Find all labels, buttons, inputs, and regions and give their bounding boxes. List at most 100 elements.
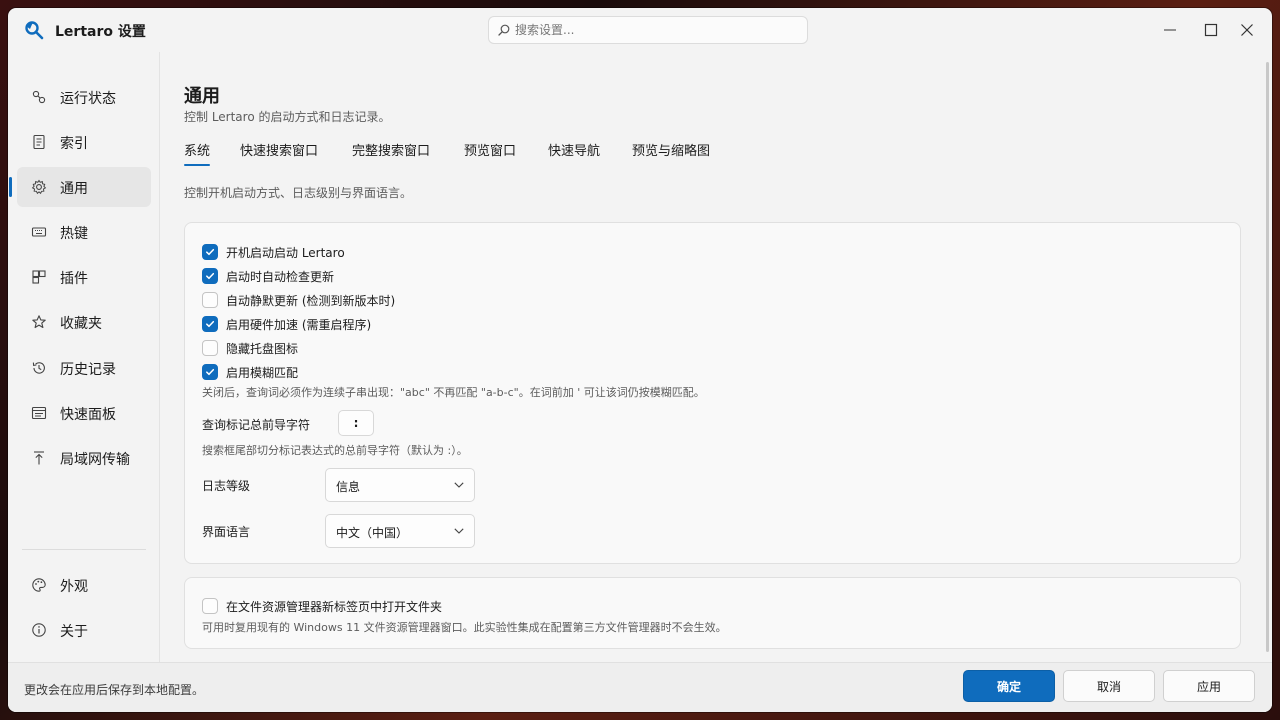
option-label: 启用模糊匹配 — [226, 365, 299, 380]
search-icon — [498, 24, 510, 36]
log-level-label: 日志等级 — [202, 479, 251, 493]
option-label: 启动时自动检查更新 — [226, 269, 335, 284]
palette-icon — [32, 578, 46, 592]
option-check-updates[interactable]: 启动时自动检查更新 — [202, 267, 334, 285]
settings-search[interactable] — [488, 16, 808, 44]
sidebar-item-label: 索引 — [60, 136, 88, 152]
sidebar-item-index[interactable]: 索引 — [17, 122, 151, 162]
sidebar-item-history[interactable]: 历史记录 — [17, 348, 151, 388]
tab-preview-window[interactable]: 预览窗口 — [464, 140, 516, 166]
check-icon — [206, 248, 215, 256]
sidebar-item-lan-transfer[interactable]: 局域网传输 — [17, 438, 151, 478]
language-label: 界面语言 — [202, 525, 251, 539]
tab-system[interactable]: 系统 — [184, 140, 211, 166]
sidebar: 运行状态 索引 通用 热键 插件 收藏夹 历史记录 快速面板 局域网传输 外观 … — [8, 52, 160, 662]
fuzzy-match-hint: 关闭后，查询词必须作为连续子串出现："abc" 不再匹配 "a-b-c"。在词前… — [202, 386, 705, 399]
upload-icon — [34, 451, 44, 465]
sidebar-item-label: 通用 — [60, 181, 88, 197]
sidebar-item-label: 收藏夹 — [60, 316, 102, 332]
sidebar-item-status[interactable]: 运行状态 — [17, 77, 151, 117]
sidebar-item-quick-panel[interactable]: 快速面板 — [17, 393, 151, 433]
log-level-select[interactable]: 信息 — [325, 468, 475, 502]
option-explorer-new-tab[interactable]: 在文件资源管理器新标签页中打开文件夹 — [202, 597, 442, 615]
tab-full-search-window[interactable]: 完整搜索窗口 — [352, 140, 430, 166]
main-content: 通用 控制 Lertaro 的启动方式和日志记录。 系统 快速搜索窗口 完整搜索… — [160, 52, 1272, 662]
explorer-integration-card: 在文件资源管理器新标签页中打开文件夹 可用时复用现有的 Windows 11 文… — [184, 577, 1241, 649]
checkbox[interactable] — [202, 244, 218, 260]
prefix-hint: 搜索框尾部切分标记表达式的总前导字符（默认为 :）。 — [202, 444, 468, 457]
sidebar-divider — [22, 549, 146, 550]
sidebar-item-plugins[interactable]: 插件 — [17, 257, 151, 297]
check-icon — [206, 320, 215, 328]
page-subtitle: 控制 Lertaro 的启动方式和日志记录。 — [184, 110, 391, 124]
title-bar[interactable]: Lertaro 设置 — [8, 8, 1272, 52]
option-label: 启用硬件加速 (需重启程序) — [226, 317, 372, 332]
sidebar-item-hotkeys[interactable]: 热键 — [17, 212, 151, 252]
settings-window: Lertaro 设置 运行状态 索引 通用 — [8, 8, 1272, 712]
language-value: 中文（中国） — [336, 526, 409, 540]
option-label: 开机启动启动 Lertaro — [226, 245, 345, 260]
sidebar-item-general[interactable]: 通用 — [9, 167, 151, 207]
checkbox[interactable] — [202, 268, 218, 284]
sidebar-item-label: 外观 — [60, 579, 88, 595]
minimize-button[interactable] — [1158, 18, 1182, 42]
prefix-input[interactable]: : — [338, 410, 374, 436]
plugin-icon — [32, 270, 46, 284]
language-select[interactable]: 中文（中国） — [325, 514, 475, 548]
keyboard-icon — [31, 227, 47, 237]
app-title: Lertaro 设置 — [55, 24, 146, 40]
tab-quick-navigation[interactable]: 快速导航 — [548, 140, 600, 166]
sidebar-item-favorites[interactable]: 收藏夹 — [17, 302, 151, 342]
sidebar-item-label: 局域网传输 — [60, 452, 130, 468]
option-label: 自动静默更新 (检测到新版本时) — [226, 293, 396, 308]
gear-icon — [31, 179, 47, 195]
option-fuzzy-match[interactable]: 启用模糊匹配 — [202, 363, 298, 381]
minimize-icon — [1164, 29, 1176, 31]
index-icon — [33, 134, 45, 150]
maximize-button[interactable] — [1199, 18, 1223, 42]
status-icon — [32, 90, 46, 104]
sidebar-item-label: 热键 — [60, 226, 88, 242]
chevron-down-icon — [454, 482, 464, 488]
prefix-label: 查询标记总前导字符 — [202, 418, 311, 432]
search-input[interactable] — [515, 20, 795, 40]
maximize-icon — [1204, 23, 1218, 37]
checkbox[interactable] — [202, 598, 218, 614]
page-title: 通用 — [184, 86, 220, 107]
app-logo-icon — [25, 21, 44, 40]
scrollbar[interactable] — [1266, 62, 1269, 652]
option-silent-update[interactable]: 自动静默更新 (检测到新版本时) — [202, 291, 395, 309]
tab-quick-search-window[interactable]: 快速搜索窗口 — [240, 140, 318, 166]
check-icon — [206, 368, 215, 376]
option-launch-at-startup[interactable]: 开机启动启动 Lertaro — [202, 243, 345, 261]
explorer-hint: 可用时复用现有的 Windows 11 文件资源管理器窗口。此实验性集成在配置第… — [202, 621, 727, 634]
checkbox[interactable] — [202, 340, 218, 356]
footer-bar: 更改会在应用后保存到本地配置。 确定 取消 应用 — [8, 662, 1272, 712]
option-label: 在文件资源管理器新标签页中打开文件夹 — [226, 599, 443, 614]
sidebar-item-about[interactable]: 关于 — [17, 610, 151, 650]
sidebar-item-label: 快速面板 — [60, 407, 116, 423]
tab-preview-thumbnails[interactable]: 预览与缩略图 — [632, 140, 710, 166]
sidebar-item-label: 历史记录 — [60, 362, 116, 378]
cancel-button[interactable]: 取消 — [1063, 670, 1155, 702]
sidebar-item-label: 运行状态 — [60, 91, 116, 107]
info-icon — [32, 623, 46, 637]
history-icon — [32, 362, 45, 374]
ok-button[interactable]: 确定 — [963, 670, 1055, 702]
check-icon — [206, 272, 215, 280]
sidebar-item-label: 关于 — [60, 624, 88, 640]
apply-button[interactable]: 应用 — [1163, 670, 1255, 702]
tab-description: 控制开机启动方式、日志级别与界面语言。 — [184, 186, 413, 200]
checkbox[interactable] — [202, 292, 218, 308]
checkbox[interactable] — [202, 316, 218, 332]
close-icon — [1241, 24, 1253, 36]
option-label: 隐藏托盘图标 — [226, 341, 299, 356]
footer-status-text: 更改会在应用后保存到本地配置。 — [24, 683, 205, 697]
close-button[interactable] — [1235, 18, 1259, 42]
checkbox[interactable] — [202, 364, 218, 380]
option-hide-tray-icon[interactable]: 隐藏托盘图标 — [202, 339, 298, 357]
log-level-value: 信息 — [336, 480, 361, 494]
option-hardware-acceleration[interactable]: 启用硬件加速 (需重启程序) — [202, 315, 371, 333]
sidebar-item-appearance[interactable]: 外观 — [17, 565, 151, 605]
sidebar-item-label: 插件 — [60, 271, 88, 287]
